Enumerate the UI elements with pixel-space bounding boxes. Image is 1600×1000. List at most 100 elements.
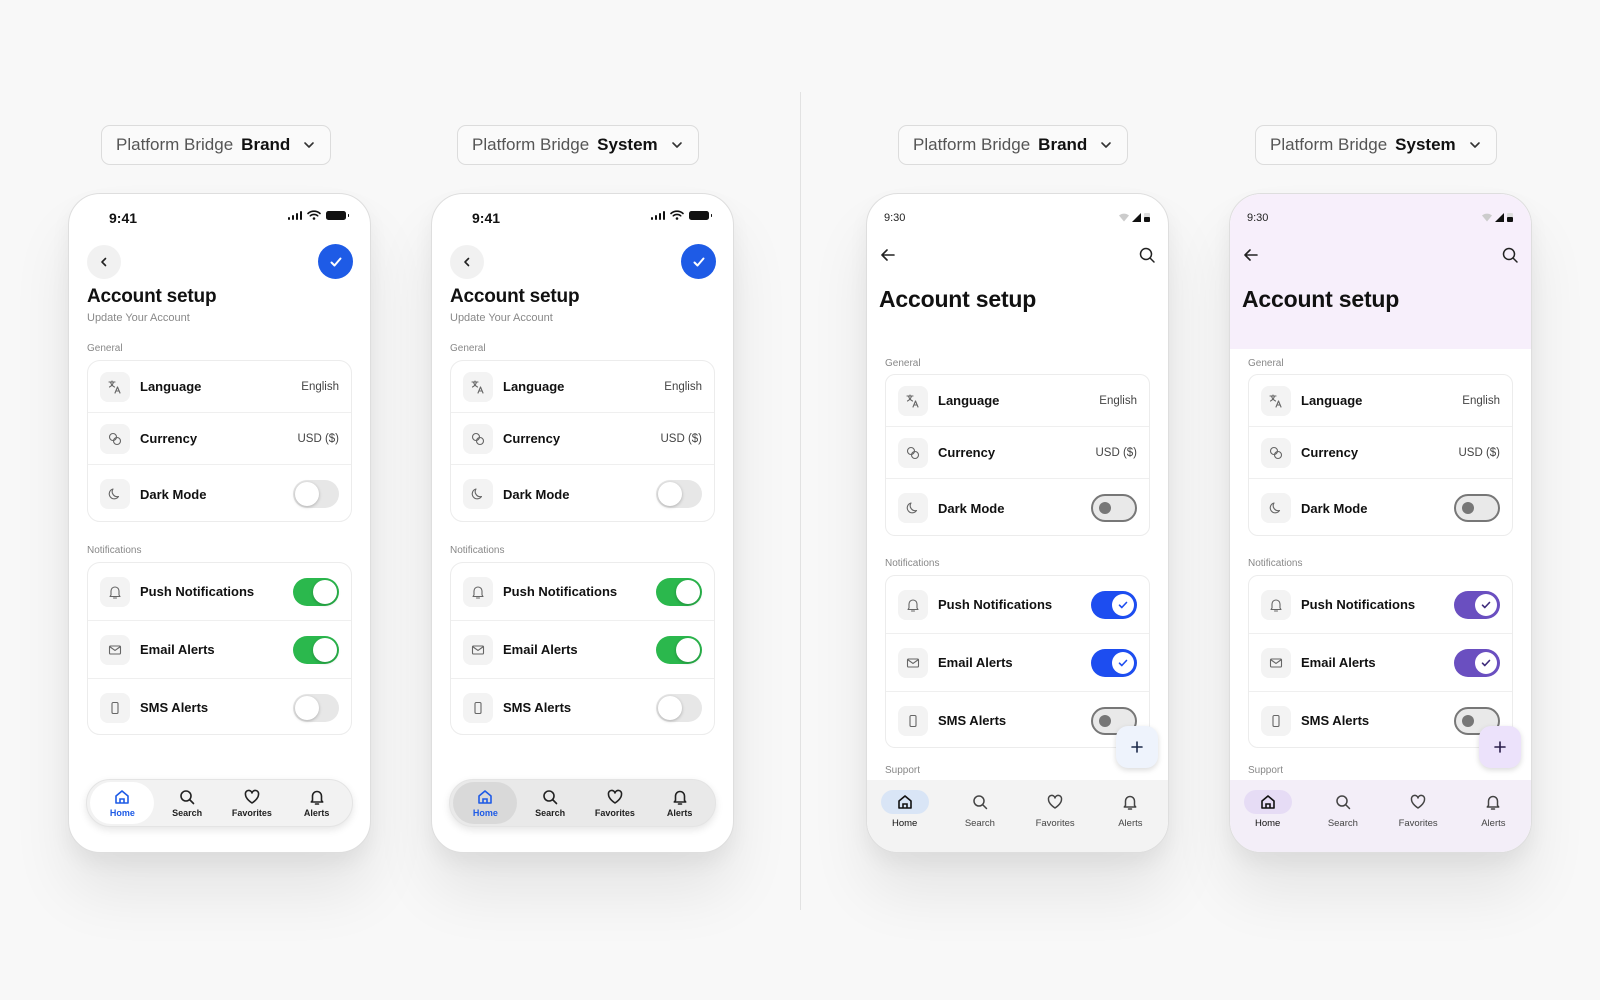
dark-mode-toggle[interactable] bbox=[293, 480, 339, 508]
tab-label: Favorites bbox=[231, 808, 272, 818]
tab-label: Alerts bbox=[666, 808, 693, 818]
tab-home[interactable]: Home bbox=[453, 782, 518, 824]
battery-icon bbox=[689, 210, 712, 220]
sms-alerts-toggle[interactable] bbox=[656, 693, 702, 722]
page-title: Account setup bbox=[450, 286, 580, 307]
dark-mode-toggle[interactable] bbox=[1091, 494, 1137, 522]
tab-favorites[interactable]: Favorites bbox=[1022, 790, 1088, 829]
setting-label: SMS Alerts bbox=[1301, 713, 1370, 728]
setting-value: English bbox=[1462, 394, 1500, 407]
setting-row-currency[interactable]: Currency USD ($) bbox=[1249, 427, 1512, 479]
sms-alerts-toggle[interactable] bbox=[293, 693, 339, 722]
general-settings-card: Language English Currency USD ($) Dark M… bbox=[1248, 374, 1513, 536]
page-subtitle: Update Your Account bbox=[450, 312, 553, 324]
coins-icon bbox=[898, 437, 928, 468]
push-notifications-toggle[interactable] bbox=[656, 577, 702, 606]
notification-settings-card: Push Notifications Email Alerts SMS Aler… bbox=[450, 562, 715, 735]
tab-favorites[interactable]: Favorites bbox=[220, 782, 284, 824]
setting-row-currency[interactable]: Currency USD ($) bbox=[88, 413, 351, 465]
heart-icon bbox=[1410, 794, 1426, 809]
search-icon[interactable] bbox=[1138, 246, 1156, 264]
setting-value: USD ($) bbox=[1095, 446, 1137, 459]
push-notifications-toggle[interactable] bbox=[1454, 590, 1500, 619]
page-title: Account setup bbox=[1242, 286, 1400, 312]
moon-icon bbox=[898, 493, 928, 523]
status-time: 9:41 bbox=[472, 210, 501, 226]
tab-alerts[interactable]: Alerts bbox=[648, 782, 712, 824]
selector-name: Platform Bridge bbox=[116, 135, 234, 154]
push-notifications-toggle[interactable] bbox=[1091, 590, 1137, 619]
setting-label: Push Notifications bbox=[938, 597, 1053, 612]
setting-row-sms: SMS Alerts bbox=[886, 692, 1149, 749]
tab-home[interactable]: Home bbox=[1235, 790, 1301, 829]
platform-selector-android-brand[interactable]: Platform Bridge Brand bbox=[898, 125, 1129, 165]
setting-row-language[interactable]: Language English bbox=[886, 375, 1149, 427]
platform-selector-android-system[interactable]: Platform Bridge System bbox=[1255, 125, 1497, 165]
section-label-general: General bbox=[450, 343, 486, 354]
arrow-left-icon[interactable] bbox=[879, 246, 897, 264]
confirm-button[interactable] bbox=[681, 244, 716, 279]
setting-row-currency[interactable]: Currency USD ($) bbox=[451, 413, 714, 465]
heart-icon bbox=[607, 789, 623, 804]
search-icon[interactable] bbox=[1501, 246, 1519, 264]
dark-mode-toggle[interactable] bbox=[656, 480, 702, 508]
tab-search[interactable]: Search bbox=[518, 782, 582, 824]
section-label-notifications: Notifications bbox=[885, 558, 940, 569]
setting-row-currency[interactable]: Currency USD ($) bbox=[886, 427, 1149, 479]
email-alerts-toggle[interactable] bbox=[656, 635, 702, 664]
mail-icon bbox=[898, 647, 928, 678]
chevron-down-icon bbox=[1101, 142, 1112, 148]
setting-value: English bbox=[1099, 394, 1137, 407]
tab-favorites[interactable]: Favorites bbox=[583, 782, 647, 824]
moon-icon bbox=[463, 479, 493, 509]
push-notifications-toggle[interactable] bbox=[293, 577, 339, 606]
tab-search[interactable]: Search bbox=[947, 790, 1013, 829]
platform-selector-ios-system[interactable]: Platform Bridge System bbox=[457, 125, 699, 165]
selector-value: System bbox=[597, 135, 658, 154]
tab-favorites[interactable]: Favorites bbox=[1385, 790, 1451, 829]
tab-alerts[interactable]: Alerts bbox=[1460, 790, 1526, 829]
selector-name: Platform Bridge bbox=[1270, 135, 1388, 154]
bell-icon bbox=[100, 576, 130, 607]
status-icons bbox=[1119, 212, 1150, 222]
email-alerts-toggle[interactable] bbox=[1091, 648, 1137, 677]
arrow-left-icon[interactable] bbox=[1242, 246, 1260, 264]
phone-android-brand: 9:30 Account setup General Language Engl… bbox=[866, 193, 1169, 853]
tab-label: Search bbox=[172, 808, 203, 818]
page-title: Account setup bbox=[879, 286, 1037, 312]
tab-home[interactable]: Home bbox=[872, 790, 938, 829]
setting-label: Currency bbox=[938, 445, 996, 460]
tab-label: Alerts bbox=[1118, 818, 1143, 829]
tab-home[interactable]: Home bbox=[90, 782, 155, 824]
moon-icon bbox=[1261, 493, 1291, 523]
plus-icon bbox=[1131, 741, 1143, 753]
status-icons bbox=[287, 210, 349, 220]
phone-icon bbox=[898, 705, 928, 736]
setting-row-language[interactable]: Language English bbox=[451, 361, 714, 413]
back-button[interactable] bbox=[450, 245, 484, 279]
section-label-support: Support bbox=[1248, 765, 1284, 776]
confirm-button[interactable] bbox=[318, 244, 353, 279]
setting-row-language[interactable]: Language English bbox=[88, 361, 351, 413]
dark-mode-toggle[interactable] bbox=[1454, 494, 1500, 522]
email-alerts-toggle[interactable] bbox=[293, 635, 339, 664]
email-alerts-toggle[interactable] bbox=[1454, 648, 1500, 677]
platform-selector-ios-brand[interactable]: Platform Bridge Brand bbox=[101, 125, 332, 165]
back-button[interactable] bbox=[87, 245, 121, 279]
add-fab-button[interactable] bbox=[1479, 726, 1521, 768]
page-subtitle: Update Your Account bbox=[87, 312, 190, 324]
tab-label: Favorites bbox=[594, 808, 635, 818]
setting-row-language[interactable]: Language English bbox=[1249, 375, 1512, 427]
tab-alerts[interactable]: Alerts bbox=[285, 782, 349, 824]
battery-icon bbox=[1144, 213, 1150, 222]
add-fab-button[interactable] bbox=[1116, 726, 1158, 768]
setting-label: Dark Mode bbox=[140, 486, 207, 502]
tab-alerts[interactable]: Alerts bbox=[1097, 790, 1163, 829]
setting-label: Dark Mode bbox=[503, 486, 570, 502]
tab-search[interactable]: Search bbox=[1310, 790, 1376, 829]
home-icon bbox=[115, 790, 130, 804]
bell-icon bbox=[898, 589, 928, 620]
search-icon bbox=[543, 790, 558, 805]
tab-search[interactable]: Search bbox=[155, 782, 219, 824]
check-icon bbox=[1118, 601, 1128, 608]
